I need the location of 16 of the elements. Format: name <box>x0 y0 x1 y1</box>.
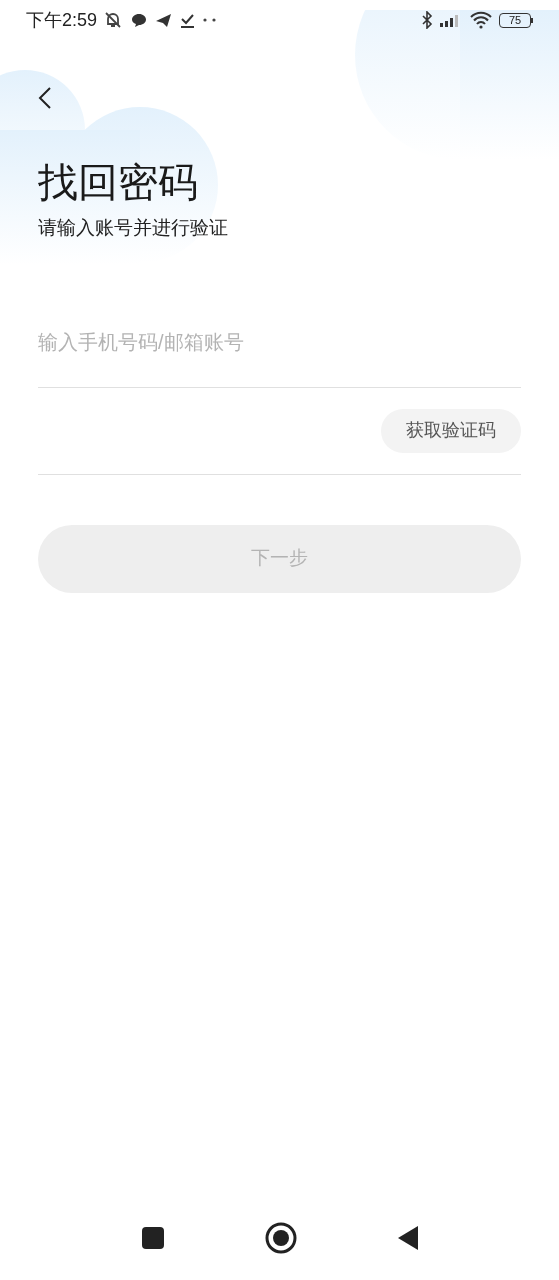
page-subtitle: 请输入账号并进行验证 <box>38 216 228 240</box>
account-input-field[interactable]: 输入手机号码/邮箱账号 <box>38 302 521 388</box>
chat-bubble-icon <box>131 12 148 28</box>
home-icon[interactable] <box>264 1221 297 1254</box>
code-input-field[interactable]: 获取验证码 <box>38 387 521 475</box>
page-title: 找回密码 <box>38 159 198 206</box>
recent-apps-icon[interactable] <box>140 1225 165 1250</box>
get-code-button[interactable]: 获取验证码 <box>381 408 521 453</box>
wifi-icon <box>469 11 493 29</box>
paper-plane-icon <box>155 12 173 28</box>
battery-indicator: 75 <box>499 12 533 28</box>
status-time: 下午2:59 <box>26 8 98 32</box>
check-download-icon <box>180 12 196 28</box>
back-nav-icon[interactable] <box>396 1224 419 1251</box>
more-dots-icon <box>203 18 218 22</box>
bluetooth-icon <box>421 11 433 29</box>
